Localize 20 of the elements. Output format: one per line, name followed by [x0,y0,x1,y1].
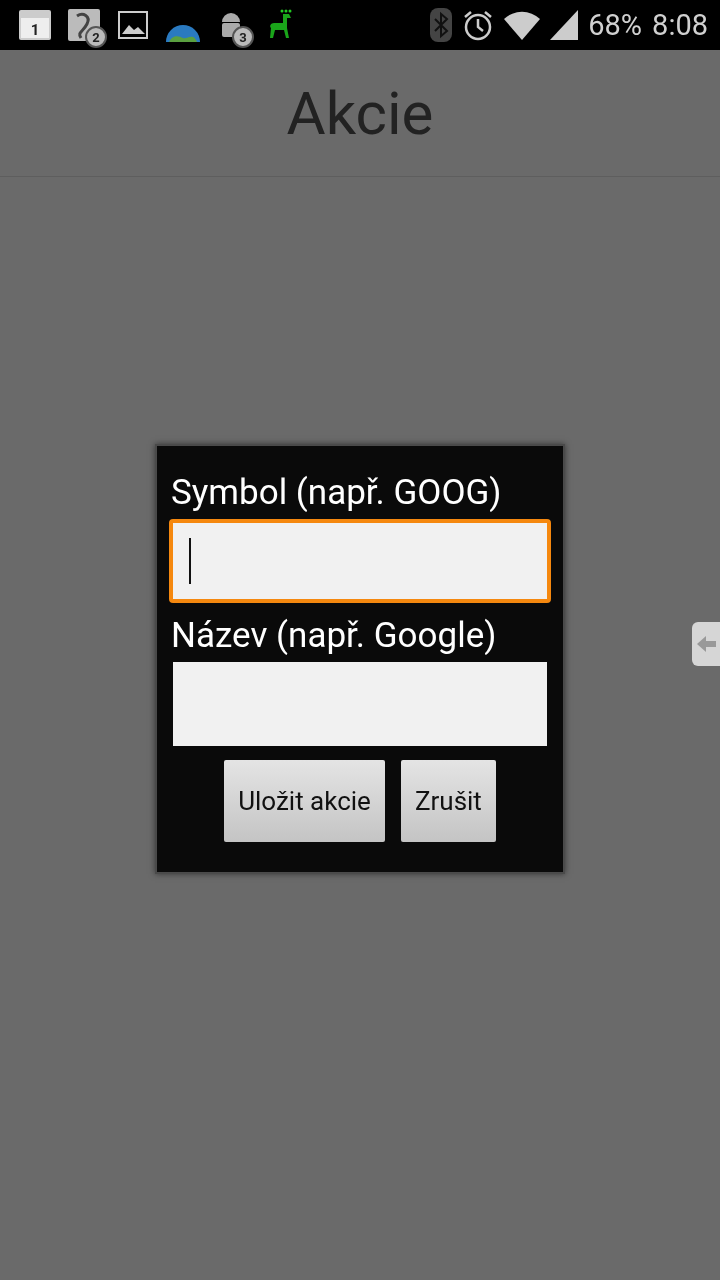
input-field[interactable] [169,519,551,603]
field-label: Symbol (např. GOOG) [170,472,503,513]
calendar-icon [18,8,52,42]
field-label: Název (např. Google) [170,615,498,656]
input-field[interactable] [173,662,547,746]
notification-count: 2 [85,26,107,48]
clock-time: 8:08 [652,8,708,42]
notification-count: 3 [232,26,254,48]
side-handle[interactable] [692,622,720,666]
screen-title: Akcie [286,77,434,149]
battery-percentage: 68% [588,8,643,42]
signal-icon [550,10,579,40]
globe-icon [165,24,201,42]
bluetooth-icon [430,8,453,42]
save-button[interactable]: Uložit akcie [224,760,385,842]
notification-count: 1 [29,21,41,39]
image-icon [116,8,150,42]
arrow-left-icon [696,634,716,654]
cancel-button[interactable]: Zrušit [400,760,496,842]
wifi-icon [504,10,541,40]
